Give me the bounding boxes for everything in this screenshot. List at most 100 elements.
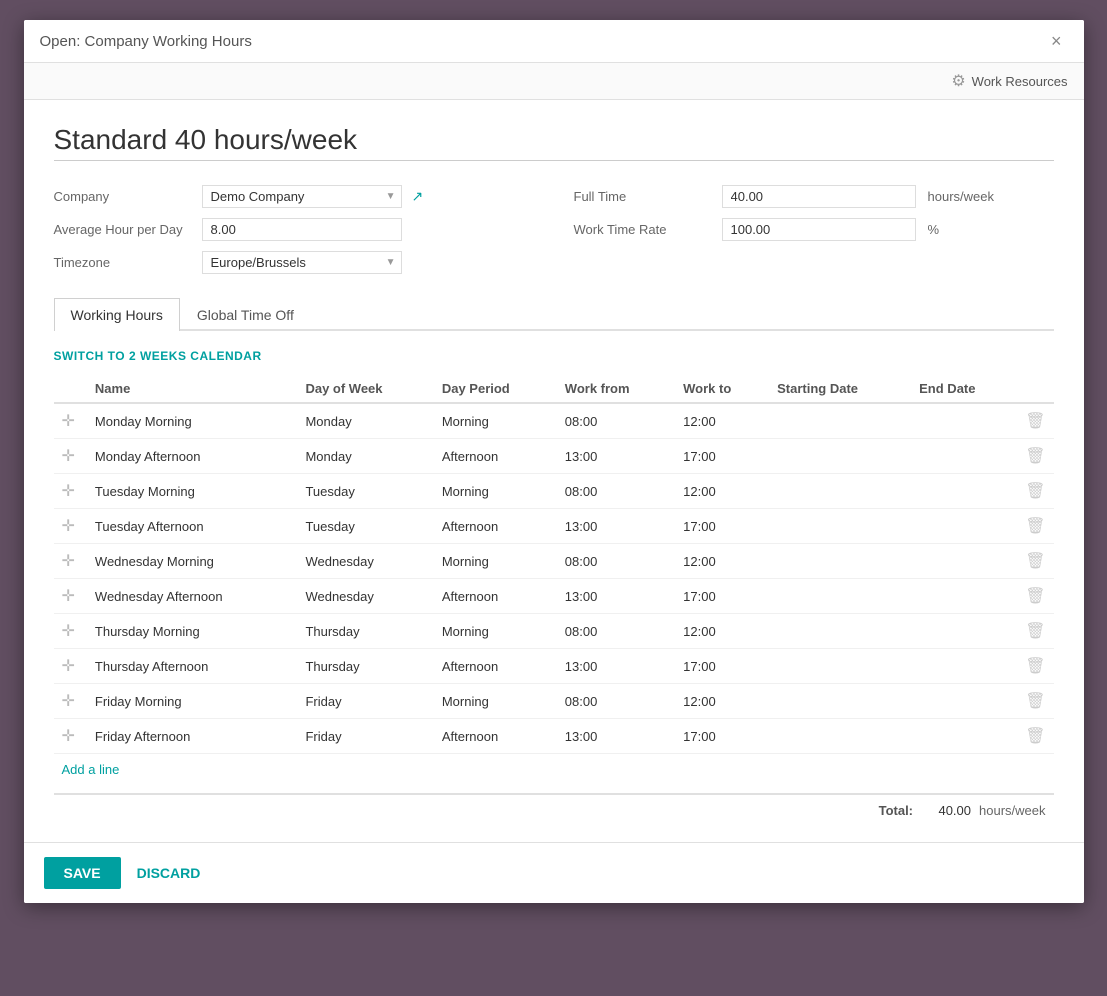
delete-row-icon[interactable]: 🗑 [1025, 518, 1045, 535]
drag-handle-cell: ✛ [54, 403, 87, 439]
cell-delete: 🗑 [1017, 439, 1053, 474]
table-row: ✛ Tuesday Afternoon Tuesday Afternoon 13… [54, 509, 1054, 544]
modal-dialog: Open: Company Working Hours × ⚙ Work Res… [24, 20, 1084, 903]
switch-calendar-link[interactable]: SWITCH TO 2 WEEKS CALENDAR [54, 349, 262, 363]
cell-delete: 🗑 [1017, 403, 1053, 439]
col-starting-date-header: Starting Date [769, 375, 911, 403]
avg-hour-field-row: Average Hour per Day [54, 218, 534, 241]
table-row: ✛ Thursday Afternoon Thursday Afternoon … [54, 649, 1054, 684]
cell-end-date [911, 544, 1017, 579]
drag-handle-icon[interactable]: ✛ [62, 693, 79, 710]
tab-working-hours[interactable]: Working Hours [54, 298, 180, 331]
discard-button[interactable]: DISCARD [137, 865, 201, 881]
cell-name: Friday Afternoon [87, 719, 298, 754]
cell-day-period: Morning [434, 403, 557, 439]
table-header-row: Name Day of Week Day Period Work from Wo… [54, 375, 1054, 403]
tab-content-working-hours: SWITCH TO 2 WEEKS CALENDAR Name Day of W… [54, 347, 1054, 826]
drag-handle-icon[interactable]: ✛ [62, 483, 79, 500]
fields-grid: Company Demo Company ▼ ↗ Average Hour pe… [54, 185, 1054, 274]
cell-starting-date [769, 474, 911, 509]
close-button[interactable]: × [1045, 30, 1068, 52]
modal-body: Company Demo Company ▼ ↗ Average Hour pe… [24, 100, 1084, 842]
cell-delete: 🗑 [1017, 544, 1053, 579]
fields-right: Full Time hours/week Work Time Rate % [574, 185, 1054, 274]
full-time-input[interactable] [722, 185, 916, 208]
save-button[interactable]: SAVE [44, 857, 121, 889]
company-select-wrapper: Demo Company ▼ [202, 185, 402, 208]
drag-handle-icon[interactable]: ✛ [62, 588, 79, 605]
toolbar: ⚙ Work Resources [24, 63, 1084, 100]
work-time-rate-unit: % [928, 222, 940, 237]
cell-work-from: 08:00 [557, 684, 675, 719]
drag-handle-icon[interactable]: ✛ [62, 518, 79, 535]
cell-day-of-week: Monday [297, 439, 433, 474]
drag-handle-cell: ✛ [54, 439, 87, 474]
timezone-field-row: Timezone Europe/Brussels ▼ [54, 251, 534, 274]
cell-work-from: 13:00 [557, 509, 675, 544]
cell-starting-date [769, 544, 911, 579]
cell-day-of-week: Monday [297, 403, 433, 439]
delete-row-icon[interactable]: 🗑 [1025, 623, 1045, 640]
cell-name: Wednesday Afternoon [87, 579, 298, 614]
col-work-to-header: Work to [675, 375, 769, 403]
work-time-rate-input[interactable] [722, 218, 916, 241]
cell-starting-date [769, 509, 911, 544]
company-label: Company [54, 189, 194, 204]
cell-day-period: Afternoon [434, 439, 557, 474]
cell-delete: 🗑 [1017, 719, 1053, 754]
cell-work-to: 12:00 [675, 474, 769, 509]
work-resources-label: Work Resources [972, 74, 1068, 89]
work-resources-link[interactable]: ⚙ Work Resources [951, 71, 1067, 91]
tab-global-time-off[interactable]: Global Time Off [180, 298, 311, 331]
drag-handle-cell: ✛ [54, 649, 87, 684]
timezone-label: Timezone [54, 255, 194, 270]
delete-row-icon[interactable]: 🗑 [1025, 553, 1045, 570]
table-row: ✛ Monday Afternoon Monday Afternoon 13:0… [54, 439, 1054, 474]
cell-starting-date [769, 403, 911, 439]
cell-delete: 🗑 [1017, 684, 1053, 719]
full-time-label: Full Time [574, 189, 714, 204]
cell-end-date [911, 474, 1017, 509]
cell-delete: 🗑 [1017, 509, 1053, 544]
timezone-select[interactable]: Europe/Brussels [202, 251, 402, 274]
drag-handle-cell: ✛ [54, 614, 87, 649]
cell-name: Tuesday Morning [87, 474, 298, 509]
delete-row-icon[interactable]: 🗑 [1025, 728, 1045, 745]
external-link-icon[interactable]: ↗ [412, 188, 424, 205]
drag-handle-icon[interactable]: ✛ [62, 413, 79, 430]
cell-work-to: 17:00 [675, 719, 769, 754]
cell-delete: 🗑 [1017, 579, 1053, 614]
col-day-of-week-header: Day of Week [297, 375, 433, 403]
delete-row-icon[interactable]: 🗑 [1025, 483, 1045, 500]
cell-day-of-week: Thursday [297, 649, 433, 684]
cell-work-to: 17:00 [675, 649, 769, 684]
cell-end-date [911, 403, 1017, 439]
delete-row-icon[interactable]: 🗑 [1025, 588, 1045, 605]
drag-handle-icon[interactable]: ✛ [62, 553, 79, 570]
delete-row-icon[interactable]: 🗑 [1025, 448, 1045, 465]
cell-delete: 🗑 [1017, 649, 1053, 684]
drag-handle-icon[interactable]: ✛ [62, 728, 79, 745]
col-name-header: Name [87, 375, 298, 403]
table-row: ✛ Friday Afternoon Friday Afternoon 13:0… [54, 719, 1054, 754]
cell-day-of-week: Wednesday [297, 544, 433, 579]
col-end-date-header: End Date [911, 375, 1017, 403]
avg-hour-input[interactable] [202, 218, 402, 241]
delete-row-icon[interactable]: 🗑 [1025, 658, 1045, 675]
cell-work-to: 12:00 [675, 614, 769, 649]
drag-handle-cell: ✛ [54, 579, 87, 614]
cell-end-date [911, 439, 1017, 474]
delete-row-icon[interactable]: 🗑 [1025, 693, 1045, 710]
delete-row-icon[interactable]: 🗑 [1025, 413, 1045, 430]
company-select[interactable]: Demo Company [202, 185, 402, 208]
record-title-input[interactable] [54, 124, 1054, 161]
col-work-from-header: Work from [557, 375, 675, 403]
drag-handle-icon[interactable]: ✛ [62, 623, 79, 640]
add-line-link[interactable]: Add a line [54, 754, 128, 785]
work-time-rate-field-row: Work Time Rate % [574, 218, 1054, 241]
cell-delete: 🗑 [1017, 474, 1053, 509]
drag-handle-icon[interactable]: ✛ [62, 658, 79, 675]
drag-handle-icon[interactable]: ✛ [62, 448, 79, 465]
gear-icon: ⚙ [951, 71, 965, 91]
working-hours-table: Name Day of Week Day Period Work from Wo… [54, 375, 1054, 754]
